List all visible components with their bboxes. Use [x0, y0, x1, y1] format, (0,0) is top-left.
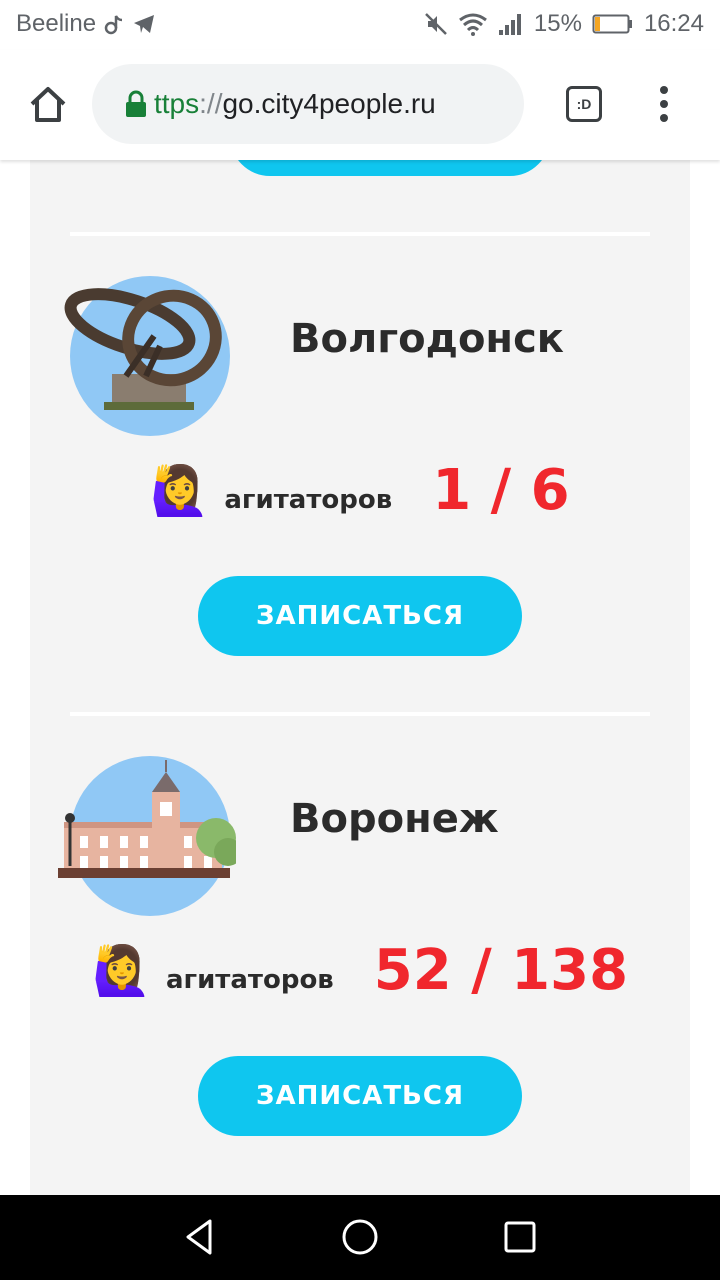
tab-switcher-icon[interactable]: :D — [566, 86, 602, 122]
battery-icon — [592, 13, 634, 35]
signup-button[interactable]: ЗАПИСАТЬСЯ — [198, 576, 522, 656]
prev-signup-button[interactable] — [230, 160, 550, 176]
divider — [70, 712, 650, 716]
battery-percent: 15% — [533, 10, 582, 37]
mute-icon — [424, 12, 448, 36]
wifi-icon — [458, 12, 488, 36]
more-vert-icon[interactable] — [650, 84, 678, 124]
stats-row: 🙋‍♀️ агитаторов 52 / 138 — [30, 938, 690, 1003]
status-bar: Beeline 15% 16:24 — [0, 0, 720, 50]
address-bar[interactable]: ttps://go.city4people.ru — [92, 64, 524, 144]
city-name: Воронеж — [290, 796, 499, 842]
url-scheme: ttps — [154, 88, 200, 119]
back-icon[interactable] — [178, 1215, 222, 1259]
home-icon[interactable] — [26, 82, 70, 126]
city-avatar — [64, 276, 230, 436]
divider — [70, 232, 650, 236]
carrier-label: Beeline — [16, 10, 97, 37]
telegram-icon — [132, 13, 156, 35]
city-name: Волгодонск — [290, 316, 564, 362]
recents-icon[interactable] — [498, 1215, 542, 1259]
stat-label: агитаторов — [224, 484, 393, 515]
building-tower-icon — [58, 760, 236, 878]
city-card: Волгодонск 🙋‍♀️ агитаторов 1 / 6 ЗАПИСАТ… — [30, 276, 690, 696]
signup-button[interactable]: ЗАПИСАТЬСЯ — [198, 1056, 522, 1136]
url-separator: :// — [199, 88, 223, 119]
raising-hand-icon: 🙋‍♀️ — [91, 942, 152, 999]
raising-hand-icon: 🙋‍♀️ — [150, 462, 211, 519]
stat-value: 1 / 6 — [432, 458, 570, 523]
signal-icon — [498, 12, 524, 36]
stats-row: 🙋‍♀️ агитаторов 1 / 6 — [30, 458, 690, 523]
sculpture-rings-icon — [64, 288, 222, 410]
stat-label: агитаторов — [165, 964, 334, 995]
tab-switcher-label: :D — [576, 96, 592, 112]
page-content: Волгодонск 🙋‍♀️ агитаторов 1 / 6 ЗАПИСАТ… — [0, 160, 720, 1195]
url-host: go.city4people.ru — [222, 88, 436, 119]
city-avatar — [58, 756, 236, 916]
clock: 16:24 — [643, 10, 704, 37]
system-nav-bar — [0, 1195, 720, 1280]
cities-card: Волгодонск 🙋‍♀️ агитаторов 1 / 6 ЗАПИСАТ… — [30, 160, 690, 1195]
stat-value: 52 / 138 — [373, 938, 629, 1003]
home-circle-icon[interactable] — [338, 1215, 382, 1259]
lock-icon — [124, 90, 148, 118]
url-text: ttps://go.city4people.ru — [154, 88, 436, 120]
city-card: Воронеж 🙋‍♀️ агитаторов 52 / 138 ЗАПИСАТ… — [30, 756, 690, 1176]
browser-toolbar: ttps://go.city4people.ru :D — [0, 50, 720, 160]
tiktok-icon — [104, 13, 124, 35]
